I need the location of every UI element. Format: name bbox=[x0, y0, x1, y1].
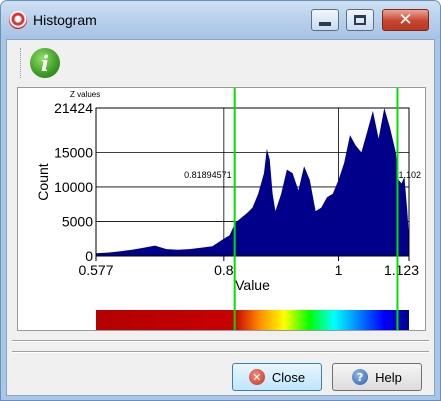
y-tick-label: 10000 bbox=[54, 179, 93, 195]
maximize-button[interactable] bbox=[346, 9, 374, 31]
y-tick-label: 5000 bbox=[62, 213, 93, 229]
x-axis-label: Value bbox=[235, 277, 270, 293]
chart-panel: Z values 21424 15000 10000 5000 0 0.577 0.8 1 1… bbox=[17, 87, 426, 331]
app-icon bbox=[9, 11, 27, 29]
range-marker-label: 1.102 bbox=[398, 170, 421, 180]
close-button-label: Close bbox=[271, 369, 306, 385]
close-button[interactable]: ✕ Close bbox=[232, 363, 322, 391]
x-axis-ticks: 0.577 0.8 1 1.123 bbox=[78, 256, 419, 278]
close-icon: ✕ bbox=[248, 369, 265, 385]
maximize-icon bbox=[354, 15, 366, 25]
y-tick-label: 15000 bbox=[54, 144, 93, 160]
chart-title: Z values bbox=[70, 90, 100, 99]
help-icon: ? bbox=[352, 369, 369, 385]
y-axis-label: Count bbox=[35, 163, 51, 200]
minimize-icon bbox=[319, 22, 331, 26]
colorbar bbox=[96, 310, 409, 330]
range-marker-label: 0.81894571 bbox=[184, 170, 232, 180]
x-tick-label: 0.577 bbox=[78, 262, 113, 278]
x-tick-label: 1.123 bbox=[384, 262, 419, 278]
histogram-chart: Z values 21424150001000050000 0.577 0.8 1 1… bbox=[35, 88, 421, 330]
y-axis-ticks: 21424150001000050000 bbox=[54, 100, 93, 264]
dialog-client: i Z values 21424 15000 10000 5000 0 0.577 0.8… bbox=[6, 39, 435, 396]
x-tick-label: 0.8 bbox=[214, 262, 234, 278]
help-button[interactable]: ? Help bbox=[332, 363, 422, 391]
minimize-button[interactable] bbox=[311, 9, 339, 31]
window-title: Histogram bbox=[33, 12, 97, 28]
info-button[interactable]: i bbox=[30, 48, 60, 78]
title-bar[interactable]: Histogram ✕ bbox=[1, 1, 440, 39]
toolbar-grip[interactable] bbox=[20, 48, 23, 78]
x-tick-label: 1 bbox=[335, 262, 343, 278]
separator-bottom bbox=[12, 351, 429, 353]
window-close-button[interactable]: ✕ bbox=[382, 9, 429, 31]
histogram-area bbox=[96, 108, 409, 256]
toolbar: i bbox=[7, 40, 434, 84]
separator-top bbox=[12, 340, 429, 342]
help-button-label: Help bbox=[375, 369, 402, 385]
info-icon: i bbox=[41, 50, 49, 76]
histogram-window: Histogram ✕ i Z values 21424 15000 10000 50… bbox=[0, 0, 441, 401]
y-tick-label: 21424 bbox=[54, 100, 93, 116]
close-x-icon: ✕ bbox=[398, 9, 413, 30]
